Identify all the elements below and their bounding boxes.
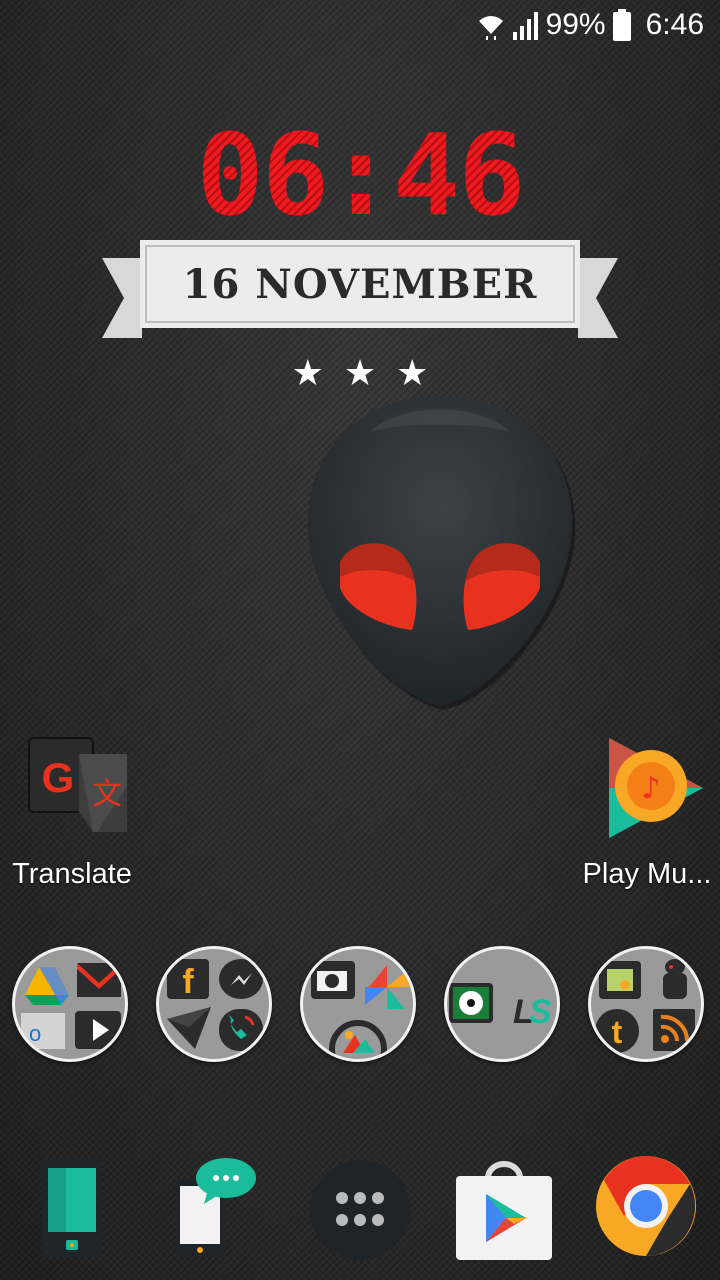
dock-app-drawer[interactable] bbox=[308, 1158, 412, 1267]
svg-text:t: t bbox=[612, 1014, 623, 1050]
dock-phone[interactable] bbox=[40, 1156, 104, 1265]
svg-text:♪: ♪ bbox=[641, 771, 660, 806]
svg-text:o: o bbox=[29, 1021, 41, 1046]
status-bar: 99% 6:46 bbox=[0, 0, 720, 52]
play-video-icon bbox=[75, 1011, 121, 1049]
google-translate-icon: G 文 bbox=[28, 737, 127, 832]
phone-device-icon bbox=[42, 1158, 102, 1258]
folder-misc[interactable]: t bbox=[588, 946, 704, 1062]
rss-icon bbox=[653, 1009, 695, 1051]
clock-widget[interactable]: 06:46 bbox=[0, 120, 720, 232]
star-icon: ★ bbox=[396, 352, 429, 393]
chrome-icon bbox=[596, 1156, 696, 1256]
android-icon bbox=[599, 961, 641, 999]
photos-pinwheel-icon bbox=[365, 965, 409, 1009]
robot-icon bbox=[663, 959, 687, 999]
dock-chrome[interactable] bbox=[594, 1154, 698, 1263]
svg-text:S: S bbox=[529, 993, 552, 1031]
facebook-icon: f bbox=[167, 959, 209, 1001]
widget-date: 16 NOVEMBER bbox=[182, 260, 538, 308]
play-music-icon: ♪ bbox=[609, 738, 703, 838]
tumblr-icon: t bbox=[595, 1009, 639, 1053]
gmail-icon bbox=[77, 963, 121, 997]
play-store-icon bbox=[456, 1161, 552, 1260]
status-time: 6:46 bbox=[645, 8, 704, 41]
app-drawer-icon bbox=[310, 1160, 410, 1260]
ls-icon: L S bbox=[513, 993, 552, 1031]
gallery-icon bbox=[329, 1020, 387, 1059]
widget-time: 06:46 bbox=[0, 120, 720, 232]
folder-media[interactable] bbox=[300, 946, 416, 1062]
app-play-music[interactable]: ♪ Play Mu... bbox=[578, 736, 716, 891]
messenger-icon bbox=[219, 959, 263, 999]
messaging-icon bbox=[176, 1158, 256, 1256]
home-screen: { "status_bar": { "battery_percent": "99… bbox=[0, 0, 720, 1280]
svg-text:文: 文 bbox=[92, 777, 122, 812]
svg-text:f: f bbox=[182, 963, 194, 1001]
folder-google-apps[interactable]: o bbox=[12, 946, 128, 1062]
wifi-icon bbox=[478, 16, 503, 40]
svg-text:G: G bbox=[42, 754, 75, 801]
camera-icon bbox=[311, 961, 355, 999]
star-icon: ★ bbox=[291, 352, 324, 393]
dock-messaging[interactable] bbox=[172, 1156, 258, 1265]
send-icon bbox=[167, 1007, 211, 1049]
app-label: Play Mu... bbox=[582, 858, 712, 890]
battery-icon bbox=[612, 9, 631, 41]
soccer-icon bbox=[449, 983, 493, 1023]
phone-icon bbox=[219, 1009, 263, 1051]
star-icon: ★ bbox=[343, 352, 377, 393]
star-decoration: ★ ★ ★ bbox=[0, 352, 720, 394]
dock-play-store[interactable] bbox=[452, 1158, 556, 1267]
alien-head-icon[interactable] bbox=[300, 392, 580, 712]
app-translate[interactable]: G 文 Translate bbox=[6, 736, 138, 891]
folder-sports[interactable]: L S bbox=[444, 946, 560, 1062]
app-label: Translate bbox=[12, 858, 132, 890]
folder-social[interactable]: f bbox=[156, 946, 272, 1062]
battery-percent: 99% bbox=[545, 8, 606, 41]
signal-icon bbox=[512, 12, 538, 40]
outlook-icon: o bbox=[21, 1013, 65, 1049]
